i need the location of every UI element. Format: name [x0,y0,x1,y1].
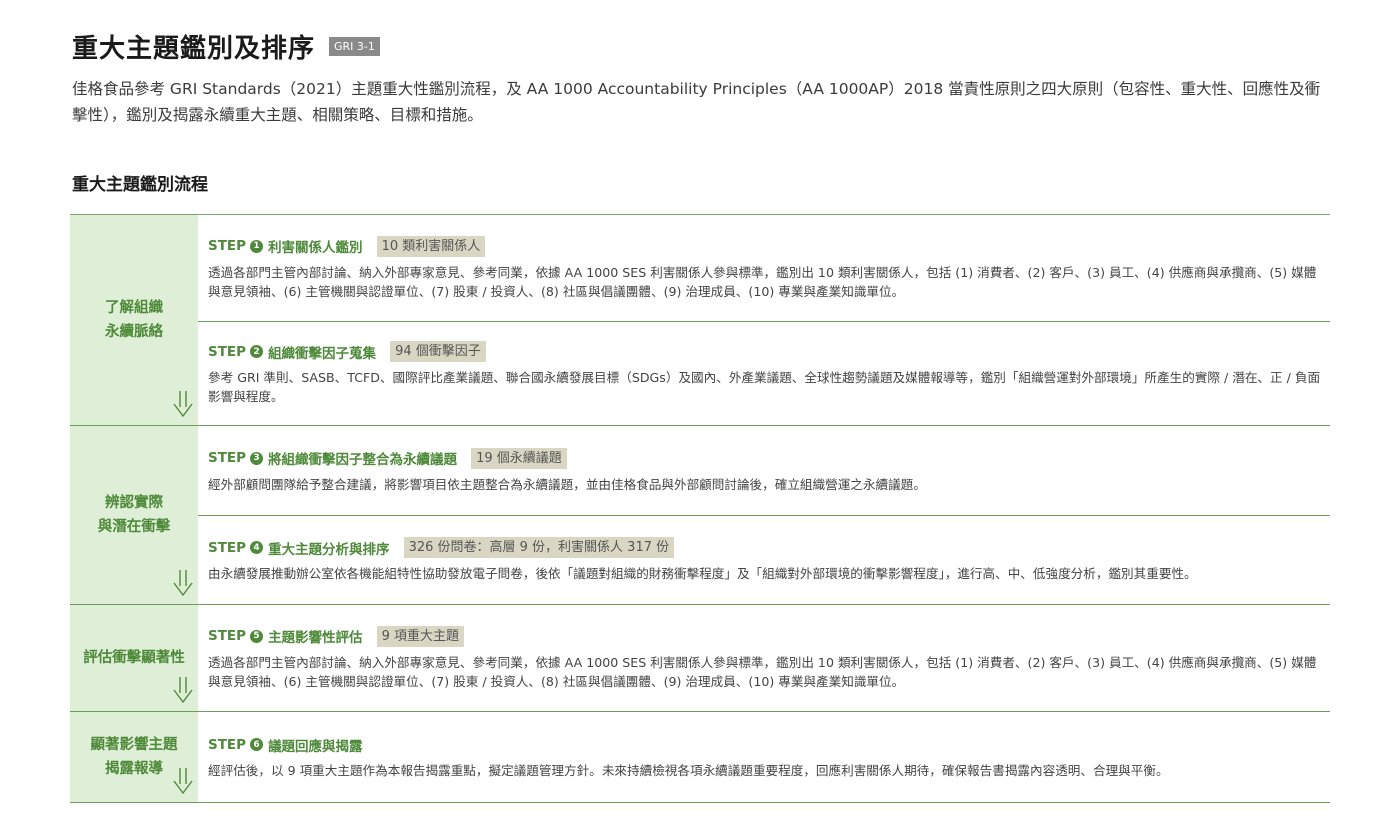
step-header: STEP 5 主題影響性評估 9 項重大主題 [208,625,1322,647]
step-description: 透過各部門主管內部討論、納入外部專家意見、參考同業，依據 AA 1000 SES… [208,264,1317,299]
step-title: 組織衝擊因子蒐集 [268,345,377,362]
step-tag: 9 項重大主題 [376,625,464,647]
page-title: 重大主題鑑別及排序 [72,34,316,64]
step-4: STEP 4 重大主題分析與排序 326 份問卷：高層 9 份，利害關係人 31… [198,515,1330,604]
step-word: STEP [208,343,247,360]
step-title: 將組織衝擊因子整合為永續議題 [268,452,458,468]
phase-label-text: 評估衝擊顯著性 [83,650,185,666]
step-5: STEP 5 主題影響性評估 9 項重大主題 透過各部門主管內部討論、納入外部專… [198,605,1330,711]
phase-assess-significance: 評估衝擊顯著性 STEP 5 主題影響性評估 9 項重大主題 透過各部門主管內部… [70,605,1330,712]
step-tag: 326 份問卷：高層 9 份，利害關係人 317 份 [403,537,675,558]
intro-paragraph: 佳格食品參考 GRI Standards（2021）主題重大性鑑別流程，及 AA… [72,80,1321,124]
phase-label-text: 顯著影響主題 揭露報導 [90,737,178,777]
phase-steps: STEP 1 利害關係人鑑別 10 類利害關係人 透過各部門主管內部討論、納入外… [198,215,1330,425]
step-header: STEP 1 利害關係人鑑別 10 類利害關係人 [208,235,1322,257]
circled-number-icon: 2 [250,345,264,358]
circled-number-icon: 4 [250,541,264,554]
phase-steps: STEP 3 將組織衝擊因子整合為永續議題 19 個永續議題 經外部顧問團隊給予… [198,426,1330,604]
phase-label: 了解組織 永續脈絡 [70,215,198,425]
step-description: 透過各部門主管內部討論、納入外部專家意見、參考同業，依據 AA 1000 SES… [208,654,1317,689]
phase-report-disclosure: 顯著影響主題 揭露報導 STEP 6 議題回應與揭露 經評估後，以 9 項重大主… [70,712,1330,803]
step-header: STEP 6 議題回應與揭露 [208,735,1322,755]
step-header: STEP 3 將組織衝擊因子整合為永續議題 19 個永續議題 [208,447,1322,469]
title-row: 重大主題鑑別及排序 GRI 3-1 [72,28,380,65]
phase-understand-context: 了解組織 永續脈絡 STEP 1 利害關係人鑑別 10 類利害關係人 透過各部門… [70,215,1330,426]
phase-steps: STEP 6 議題回應與揭露 經評估後，以 9 項重大主題作為本報告揭露重點，擬… [198,712,1330,802]
phase-label-text: 了解組織 永續脈絡 [105,300,163,340]
circled-number-icon: 6 [250,738,264,751]
phase-steps: STEP 5 主題影響性評估 9 項重大主題 透過各部門主管內部討論、納入外部專… [198,605,1330,711]
phase-identify-impacts: 辨認實際 與潛在衝擊 STEP 3 將組織衝擊因子整合為永續議題 19 個永續議… [70,426,1330,605]
circled-number-icon: 3 [250,451,264,465]
step-1: STEP 1 利害關係人鑑別 10 類利害關係人 透過各部門主管內部討論、納入外… [198,215,1330,321]
phase-label-text: 辨認實際 與潛在衝擊 [97,495,171,535]
step-word: STEP [208,539,247,556]
step-title: 主題影響性評估 [268,630,363,646]
materiality-flow: 了解組織 永續脈絡 STEP 1 利害關係人鑑別 10 類利害關係人 透過各部門… [70,214,1330,803]
gri-badge: GRI 3-1 [329,37,380,56]
step-word: STEP [208,736,247,753]
step-header: STEP 4 重大主題分析與排序 326 份問卷：高層 9 份，利害關係人 31… [208,537,1322,558]
step-3: STEP 3 將組織衝擊因子整合為永續議題 19 個永續議題 經外部顧問團隊給予… [198,426,1330,515]
step-description: 經評估後，以 9 項重大主題作為本報告揭露重點，擬定議題管理方針。未來持續檢視各… [208,762,1169,778]
step-6: STEP 6 議題回應與揭露 經評估後，以 9 項重大主題作為本報告揭露重點，擬… [198,712,1330,802]
down-arrow-icon [173,391,193,418]
down-arrow-icon [173,570,193,597]
step-tag: 19 個永續議題 [471,447,567,469]
step-title: 議題回應與揭露 [268,738,363,755]
circled-number-icon: 1 [250,239,264,253]
circled-number-icon: 5 [250,629,264,643]
step-word: STEP [208,238,247,254]
step-description: 由永續發展推動辦公室依各機能組特性協助發放電子問卷，後依「議題對組織的財務衝擊程… [208,566,1197,581]
step-title: 利害關係人鑑別 [268,240,363,256]
down-arrow-icon [173,677,193,704]
phase-label: 顯著影響主題 揭露報導 [70,712,198,802]
step-tag: 10 類利害關係人 [376,235,486,257]
step-title: 重大主題分析與排序 [268,541,390,558]
phase-label: 辨認實際 與潛在衝擊 [70,426,198,604]
step-word: STEP [208,628,247,644]
step-header: STEP 2 組織衝擊因子蒐集 94 個衝擊因子 [208,341,1322,362]
step-2: STEP 2 組織衝擊因子蒐集 94 個衝擊因子 參考 GRI 準則、SASB、… [198,321,1330,425]
step-description: 參考 GRI 準則、SASB、TCFD、國際評比產業議題、聯合國永續發展目標（S… [208,370,1321,404]
step-description: 經外部顧問團隊給予整合建議，將影響項目依主題整合為永續議題，並由佳格食品與外部顧… [208,476,926,492]
step-word: STEP [208,450,247,466]
phase-label: 評估衝擊顯著性 [70,605,198,711]
down-arrow-icon [173,768,193,795]
step-tag: 94 個衝擊因子 [390,341,486,362]
section-title: 重大主題鑑別流程 [72,175,208,195]
